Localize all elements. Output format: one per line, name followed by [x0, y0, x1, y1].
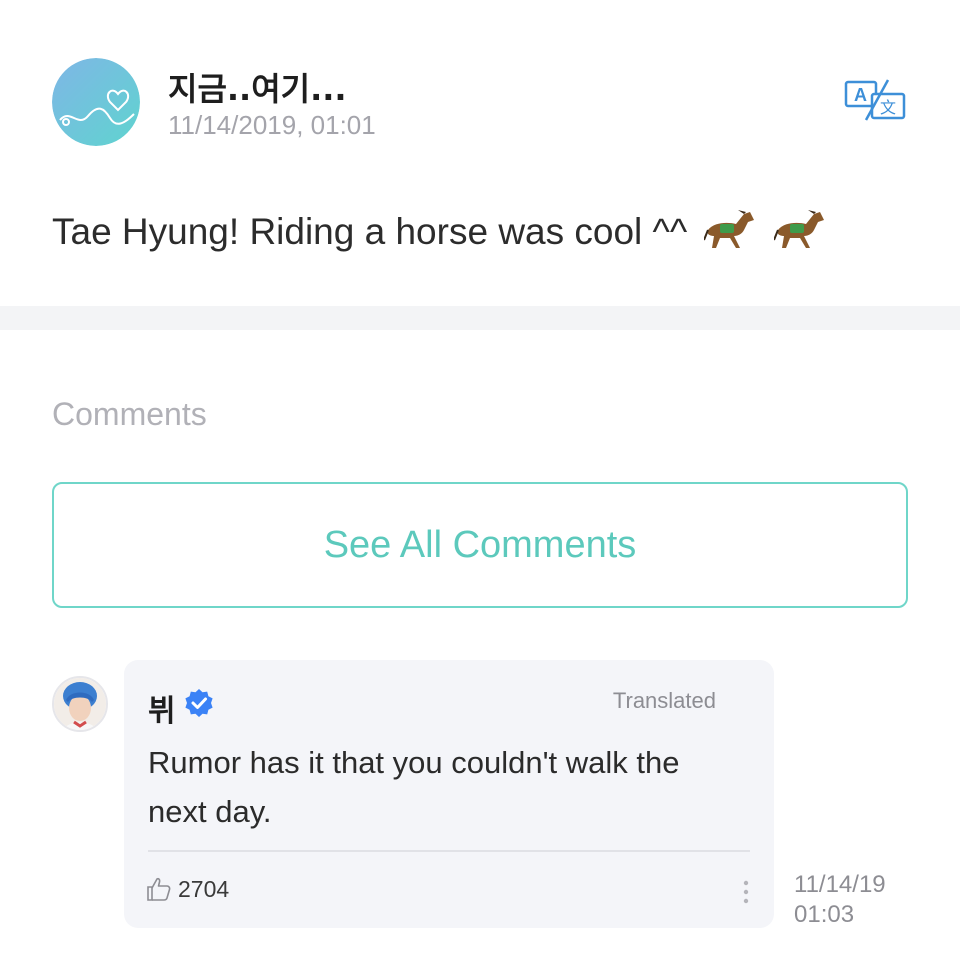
translated-label: Translated [612, 688, 716, 713]
section-divider [0, 306, 960, 330]
thumbs-up-icon [147, 877, 171, 901]
post-date: 11/14/2019, 01:01 [168, 110, 376, 140]
svg-text:文: 文 [880, 98, 896, 117]
comments-heading: Comments [52, 396, 207, 432]
fan-post-page: 지금..여기... 11/14/2019, 01:01 A 文 Tae Hyun… [0, 0, 960, 957]
horse-emoji [702, 208, 758, 261]
comment-divider [148, 850, 750, 852]
comment-text: Rumor has it that you couldn't walk the … [148, 745, 680, 829]
post-header: 지금..여기... 11/14/2019, 01:01 A 文 [52, 58, 912, 150]
commenter-avatar[interactable] [52, 676, 108, 732]
comment-timestamp: 11/14/19 01:03 [794, 870, 886, 930]
like-button[interactable]: 2704 [146, 874, 229, 904]
like-count: 2704 [178, 875, 230, 902]
comment-date: 11/14/19 [794, 871, 886, 898]
author-name[interactable]: 지금..여기... [168, 64, 347, 110]
comment-time: 01:03 [794, 901, 855, 928]
more-options-icon[interactable] [738, 878, 754, 906]
comment-bubble: 뷔 Translated Rumor has it that you could… [124, 660, 774, 928]
post-text-content: Tae Hyung! Riding a horse was cool ^^ [52, 211, 688, 252]
see-all-comments-button[interactable]: See All Comments [52, 482, 908, 608]
author-avatar[interactable] [52, 58, 140, 146]
translate-icon[interactable]: A 文 [844, 78, 908, 122]
commenter-name[interactable]: 뷔 [148, 686, 176, 730]
verified-badge-icon [184, 688, 214, 718]
svg-text:A: A [854, 85, 867, 105]
post-text: Tae Hyung! Riding a horse was cool ^^ [52, 208, 912, 261]
horse-emoji [772, 208, 828, 261]
